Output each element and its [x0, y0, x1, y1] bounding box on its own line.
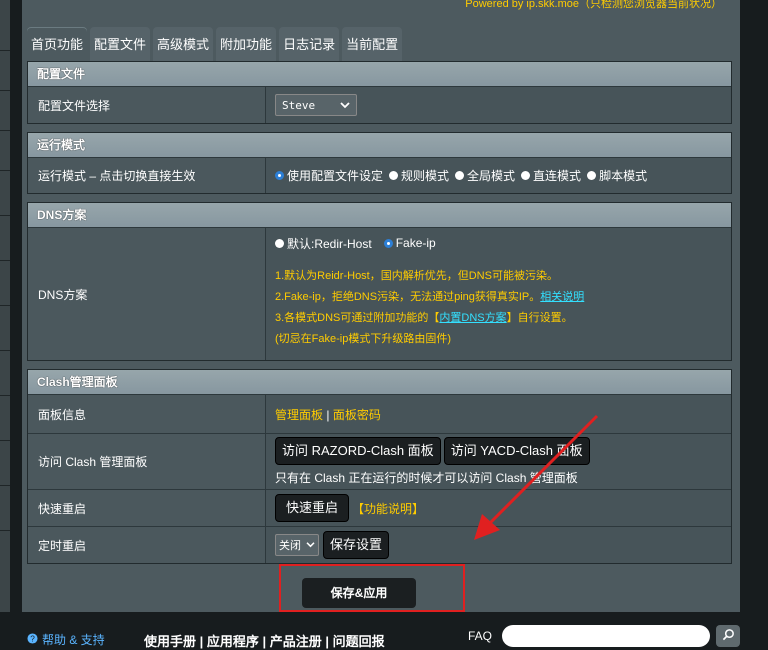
- radio-unchecked-icon: [587, 171, 597, 180]
- tab-bar: 首页功能 配置文件 高级模式 附加功能 日志记录 当前配置: [27, 27, 403, 61]
- radio-unchecked-icon: [521, 171, 531, 180]
- run-mode-label: 运行模式 – 点击切换直接生效: [28, 158, 266, 193]
- dns-note-4: (切忌在Fake-ip模式下升级路由固件): [275, 333, 452, 345]
- razord-panel-button[interactable]: 访问 RAZORD-Clash 面板: [275, 437, 441, 465]
- tab-logs[interactable]: 日志记录: [279, 27, 340, 61]
- panel-info-label: 面板信息: [28, 395, 266, 433]
- chevron-down-icon: [306, 539, 315, 551]
- clash-panel-section-title: Clash管理面板: [28, 370, 731, 394]
- radio-mode-script[interactable]: 脚本模式: [587, 167, 647, 184]
- dns-label: DNS方案: [28, 228, 266, 360]
- faq-search-input[interactable]: [502, 625, 710, 647]
- footer-links[interactable]: 使用手册 | 应用程序 | 产品注册 | 问题回报: [144, 631, 385, 650]
- chevron-down-icon: [340, 99, 350, 112]
- radio-dns-redir-host[interactable]: 默认:Redir-Host: [275, 235, 372, 252]
- left-sidebar-strip: [0, 0, 10, 643]
- dns-note-2: 2.Fake-ip，拒绝DNS污染，无法通过ping获得真实IP。相关说明: [275, 291, 585, 303]
- dns-section: DNS方案 DNS方案 默认:Redir-Host Fake-ip 1.默认为R…: [27, 202, 732, 361]
- dns-note-1: 1.默认为Reidr-Host，国内解析优先，但DNS可能被污染。: [275, 270, 558, 282]
- config-section-title: 配置文件: [28, 62, 731, 86]
- question-icon: ?: [27, 632, 38, 647]
- timed-restart-select[interactable]: 关闭: [275, 534, 319, 556]
- tab-advanced[interactable]: 高级模式: [153, 27, 214, 61]
- save-settings-button[interactable]: 保存设置: [323, 531, 390, 559]
- run-mode-section: 运行模式 运行模式 – 点击切换直接生效 使用配置文件设定 规则模式 全局模式 …: [27, 132, 732, 194]
- radio-mode-config[interactable]: 使用配置文件设定: [275, 167, 383, 184]
- dns-note-3: 3.各模式DNS可通过附加功能的【内置DNS方案】自行设置。: [275, 312, 573, 324]
- radio-checked-icon: [383, 238, 393, 248]
- tab-current-config[interactable]: 当前配置: [342, 27, 403, 61]
- radio-mode-rule[interactable]: 规则模式: [389, 167, 449, 184]
- annotation-arrow-icon: [474, 414, 599, 540]
- radio-mode-direct[interactable]: 直连模式: [521, 167, 581, 184]
- settings-content: 配置文件 配置文件选择 Steve 运行模式 运行模式 – 点击切换直接生效 使…: [27, 61, 732, 572]
- main-panel: Powered by ip.skk.moe（只检测您浏览器当前状况） 首页功能 …: [22, 0, 740, 612]
- footer-bar: ? 帮助 & 支持 使用手册 | 应用程序 | 产品注册 | 问题回报 FAQ: [0, 612, 768, 649]
- config-select-label: 配置文件选择: [28, 87, 266, 123]
- svg-text:?: ?: [30, 634, 35, 643]
- config-section: 配置文件 配置文件选择 Steve: [27, 61, 732, 124]
- save-apply-button[interactable]: 保存&应用: [302, 578, 416, 608]
- config-file-select-value: Steve: [282, 98, 316, 112]
- builtin-dns-link[interactable]: 内置DNS方案: [439, 312, 506, 324]
- feature-info-link[interactable]: 【功能说明】: [352, 500, 424, 517]
- radio-mode-global[interactable]: 全局模式: [455, 167, 515, 184]
- visit-panel-label: 访问 Clash 管理面板: [28, 434, 266, 489]
- radio-dns-fake-ip[interactable]: Fake-ip: [383, 236, 436, 250]
- timed-restart-label: 定时重启: [28, 527, 266, 563]
- run-mode-section-title: 运行模式: [28, 133, 731, 157]
- tab-home[interactable]: 首页功能: [27, 27, 88, 61]
- run-mode-options: 使用配置文件设定 规则模式 全局模式 直连模式 脚本模式: [275, 167, 731, 184]
- radio-unchecked-icon: [275, 238, 284, 248]
- quick-restart-label: 快速重启: [28, 490, 266, 526]
- dns-section-title: DNS方案: [28, 203, 731, 227]
- config-file-select[interactable]: Steve: [275, 94, 357, 116]
- faq-label: FAQ: [468, 629, 493, 643]
- quick-restart-button[interactable]: 快速重启: [275, 494, 350, 522]
- search-icon: [722, 628, 735, 644]
- radio-checked-icon: [275, 171, 284, 180]
- search-button[interactable]: [716, 625, 740, 647]
- manage-panel-link[interactable]: 管理面板: [275, 408, 323, 422]
- powered-by-text: Powered by ip.skk.moe（只检测您浏览器当前状况）: [465, 0, 722, 10]
- radio-unchecked-icon: [389, 171, 399, 180]
- clash-panel-section: Clash管理面板 面板信息 管理面板 | 面板密码 访问 Clash 管理面板…: [27, 369, 732, 564]
- help-support-link[interactable]: ? 帮助 & 支持: [27, 631, 105, 648]
- panel-password-link[interactable]: 面板密码: [333, 408, 381, 422]
- tab-addons[interactable]: 附加功能: [216, 27, 277, 61]
- tab-config-files[interactable]: 配置文件: [90, 27, 151, 61]
- related-info-link[interactable]: 相关说明: [540, 291, 584, 303]
- radio-unchecked-icon: [455, 171, 465, 180]
